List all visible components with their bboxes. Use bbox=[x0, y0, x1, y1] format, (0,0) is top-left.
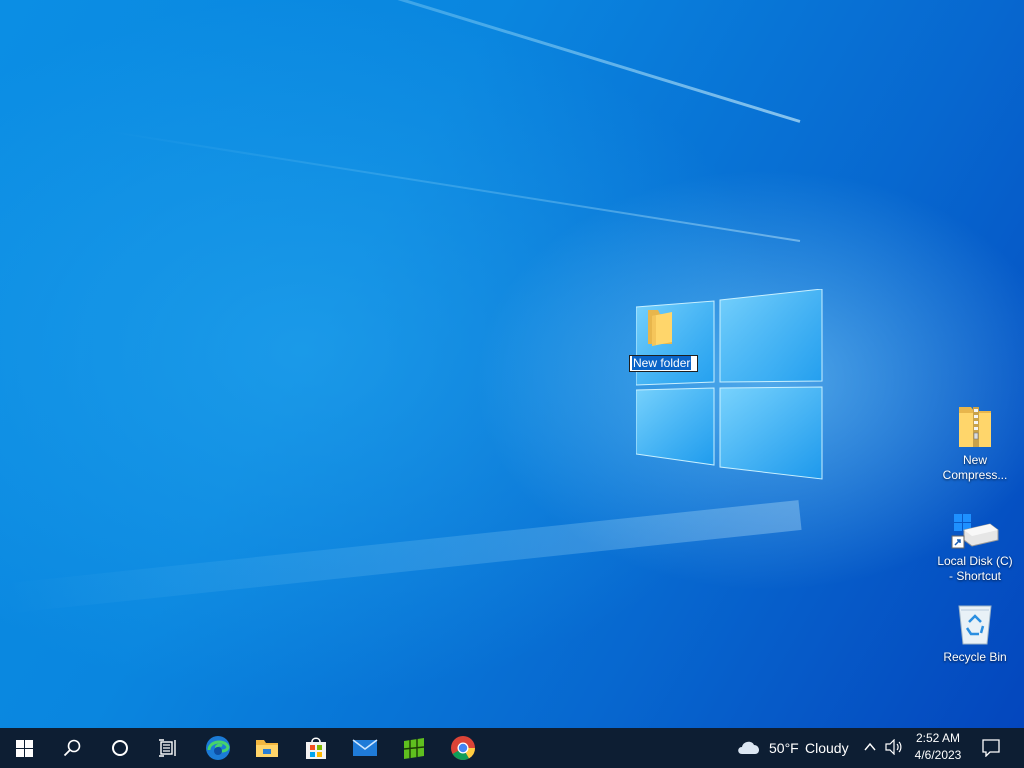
wallpaper-beam bbox=[34, 0, 801, 123]
icon-label-line1: Local Disk (C) bbox=[937, 554, 1013, 568]
recycle-bin-icon bbox=[958, 605, 992, 645]
rename-input-text[interactable]: New folder bbox=[632, 356, 692, 370]
zip-folder-icon bbox=[959, 407, 991, 447]
cloud-icon[interactable] bbox=[735, 738, 763, 756]
clock-time: 2:52 AM bbox=[915, 731, 961, 745]
drive-shortcut-icon bbox=[951, 514, 999, 549]
search-button[interactable] bbox=[48, 728, 96, 768]
icon-label-line1: New bbox=[962, 453, 987, 467]
icon-label-line2: Compress... bbox=[942, 468, 1008, 482]
cortana-button[interactable] bbox=[96, 728, 144, 768]
desktop-icon-compressed-folder[interactable]: New Compress... bbox=[935, 403, 1015, 483]
taskbar: 50°F Cloudy 2:52 AM 4/6/2023 bbox=[0, 728, 1024, 768]
app-icon bbox=[403, 738, 425, 759]
desktop-icon-new-folder[interactable] bbox=[620, 306, 700, 352]
clock[interactable]: 2:52 AM 4/6/2023 bbox=[906, 730, 970, 764]
store-icon bbox=[306, 737, 326, 759]
desktop-background[interactable]: New folder New Compress... Local Disk (C… bbox=[0, 0, 1024, 728]
mail-button[interactable] bbox=[341, 728, 389, 768]
store-button[interactable] bbox=[292, 728, 340, 768]
chrome-icon bbox=[451, 736, 475, 761]
notification-icon[interactable] bbox=[982, 739, 1000, 757]
cortana-icon bbox=[112, 740, 128, 756]
icon-label-line2: - Shortcut bbox=[948, 569, 1002, 583]
task-view-button[interactable] bbox=[144, 728, 192, 768]
start-icon bbox=[15, 739, 33, 757]
weather-temperature[interactable]: 50°F bbox=[769, 740, 799, 756]
icon-label: Recycle Bin bbox=[943, 650, 1007, 664]
edge-icon bbox=[206, 736, 230, 760]
chrome-button[interactable] bbox=[439, 728, 487, 768]
file-explorer-button[interactable] bbox=[243, 728, 291, 768]
start-button[interactable] bbox=[0, 728, 48, 768]
search-icon bbox=[63, 739, 81, 757]
task-view-icon bbox=[159, 739, 176, 757]
wallpaper-beam bbox=[2, 500, 802, 614]
folder-icon bbox=[648, 310, 672, 346]
rename-input[interactable]: New folder bbox=[629, 355, 698, 372]
weather-condition[interactable]: Cloudy bbox=[805, 740, 849, 756]
wallpaper-beam bbox=[108, 130, 801, 242]
volume-icon[interactable] bbox=[885, 739, 903, 755]
edge-button[interactable] bbox=[194, 728, 242, 768]
app-button[interactable] bbox=[390, 728, 438, 768]
desktop-icon-local-disk-shortcut[interactable]: Local Disk (C) - Shortcut bbox=[935, 512, 1015, 584]
clock-date: 4/6/2023 bbox=[914, 748, 962, 762]
mail-icon bbox=[352, 739, 378, 756]
chevron-up-icon[interactable] bbox=[864, 742, 876, 752]
desktop-icon-recycle-bin[interactable]: Recycle Bin bbox=[935, 602, 1015, 665]
file-explorer-icon bbox=[256, 740, 278, 757]
